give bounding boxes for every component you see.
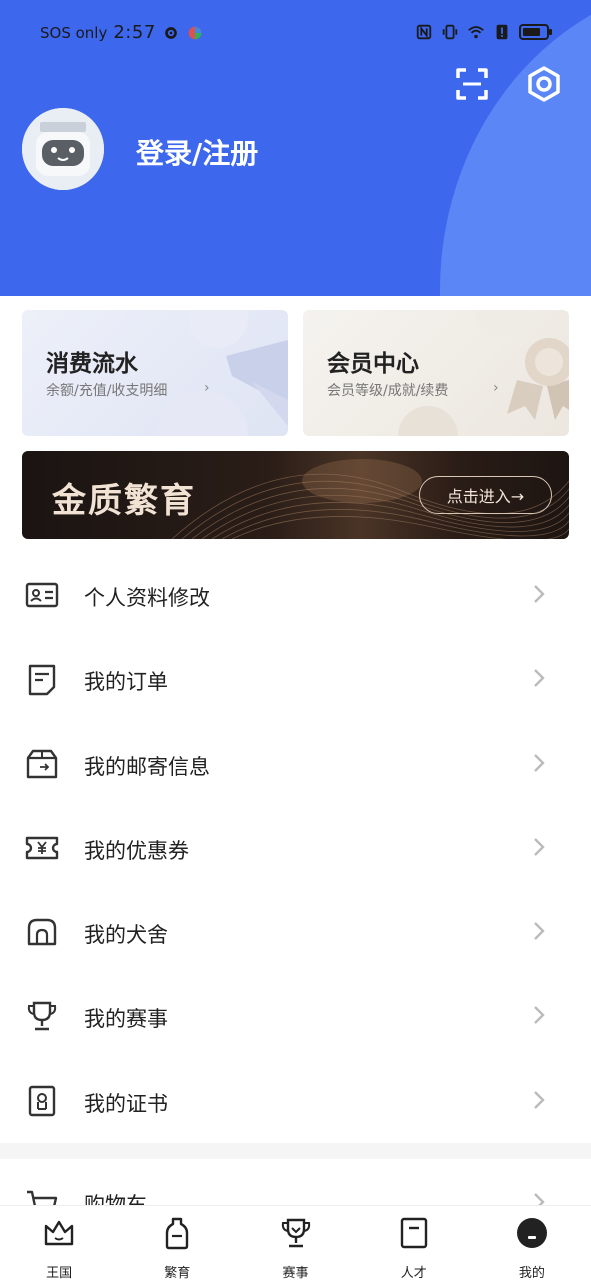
battery-icon — [519, 24, 552, 40]
package-icon — [26, 749, 58, 778]
menu-item-orders[interactable]: 我的订单 — [0, 637, 591, 721]
robot-avatar-icon — [22, 108, 104, 190]
menu-item-mailing-info[interactable]: 我的邮寄信息 — [0, 722, 591, 806]
chevron-right-icon — [534, 922, 545, 941]
nav-tab-talent[interactable]: 人才 — [355, 1206, 473, 1280]
nav-label: 繁育 — [164, 1266, 191, 1280]
chevron-right-icon: › — [493, 380, 499, 396]
expense-card[interactable]: 消费流水 余额/充值/收支明细 › — [22, 310, 288, 436]
app-status-icon — [188, 26, 202, 39]
member-card-subtitle: 会员等级/成就/续费 — [327, 383, 449, 399]
chevron-right-icon — [534, 753, 545, 772]
profile-header: SOS only 2:57 登录/注册 — [0, 0, 591, 296]
trophy-icon — [27, 1002, 57, 1031]
chevron-right-icon — [534, 838, 545, 856]
nav-tab-events[interactable]: 赛事 — [236, 1206, 354, 1280]
order-icon — [28, 665, 56, 696]
chevron-right-icon — [534, 1090, 545, 1109]
nav-label: 我的 — [518, 1266, 545, 1280]
carrier-text: SOS only — [40, 23, 108, 42]
menu-item-profile-edit[interactable]: 个人资料修改 — [0, 553, 591, 637]
login-register-link[interactable]: 登录/注册 — [136, 132, 258, 172]
breeding-banner[interactable]: 金质繁育 点击进入→ — [22, 451, 569, 539]
menu-list: 个人资料修改 我的订单 我的邮寄信息 我的优惠券 我的犬舍 我的赛事 我的证书 — [0, 553, 591, 1143]
nav-tab-breeding[interactable]: 繁育 — [118, 1206, 236, 1280]
settings-button[interactable] — [524, 64, 564, 104]
banner-enter-button[interactable]: 点击进入→ — [419, 476, 552, 514]
vibrate-icon — [442, 24, 458, 40]
coupon-icon — [25, 836, 59, 860]
chevron-right-icon: › — [204, 380, 210, 396]
menu-label: 我的优惠券 — [84, 838, 189, 863]
expense-card-title: 消费流水 — [46, 351, 138, 377]
menu-label: 个人资料修改 — [84, 586, 210, 610]
menu-label: 我的邮寄信息 — [84, 754, 210, 779]
avatar[interactable] — [22, 108, 104, 190]
nav-label: 王国 — [46, 1266, 73, 1280]
settings-icon — [528, 66, 560, 102]
bottle-icon — [166, 1217, 189, 1250]
certificate-icon — [28, 1085, 56, 1116]
chevron-right-icon — [534, 585, 545, 603]
chevron-right-icon — [534, 669, 545, 688]
id-card-icon — [25, 582, 59, 608]
menu-item-kennel[interactable]: 我的犬舍 — [0, 890, 591, 974]
member-center-card[interactable]: 会员中心 会员等级/成就/续费 › — [303, 310, 569, 436]
nfc-icon — [416, 24, 432, 40]
crown-icon — [44, 1220, 74, 1246]
clock: 2:57 — [113, 22, 156, 43]
menu-item-certificates[interactable]: 我的证书 — [0, 1059, 591, 1143]
status-bar: SOS only 2:57 — [0, 0, 591, 66]
wifi-icon — [468, 26, 484, 39]
menu-label: 我的订单 — [84, 670, 168, 695]
nav-label: 人才 — [400, 1266, 427, 1280]
section-divider — [0, 1143, 591, 1159]
menu-label: 我的证书 — [84, 1091, 168, 1116]
trophy-icon — [281, 1218, 310, 1248]
nav-tab-mine[interactable]: 我的 — [473, 1206, 591, 1280]
menu-item-coupons[interactable]: 我的优惠券 — [0, 806, 591, 890]
menu-label: 我的犬舍 — [84, 923, 168, 948]
profile-icon — [516, 1218, 547, 1248]
scan-icon — [456, 68, 488, 100]
badge-icon — [400, 1217, 427, 1249]
menu-item-events[interactable]: 我的赛事 — [0, 974, 591, 1058]
gear-status-icon — [164, 26, 177, 39]
kennel-icon — [27, 918, 57, 946]
menu-label: 我的赛事 — [84, 1007, 168, 1032]
bottom-navigation: 王国 繁育 赛事 人才 我的 — [0, 1205, 591, 1280]
chevron-right-icon — [534, 1006, 545, 1025]
expense-card-subtitle: 余额/充值/收支明细 — [46, 383, 168, 399]
alert-icon — [496, 24, 508, 40]
member-card-title: 会员中心 — [327, 351, 419, 377]
menu-item-cart[interactable]: 购物车 — [0, 1159, 591, 1209]
scan-button[interactable] — [452, 64, 492, 104]
nav-label: 赛事 — [282, 1266, 309, 1280]
banner-title: 金质繁育 — [52, 481, 196, 521]
nav-tab-kingdom[interactable]: 王国 — [0, 1206, 118, 1280]
